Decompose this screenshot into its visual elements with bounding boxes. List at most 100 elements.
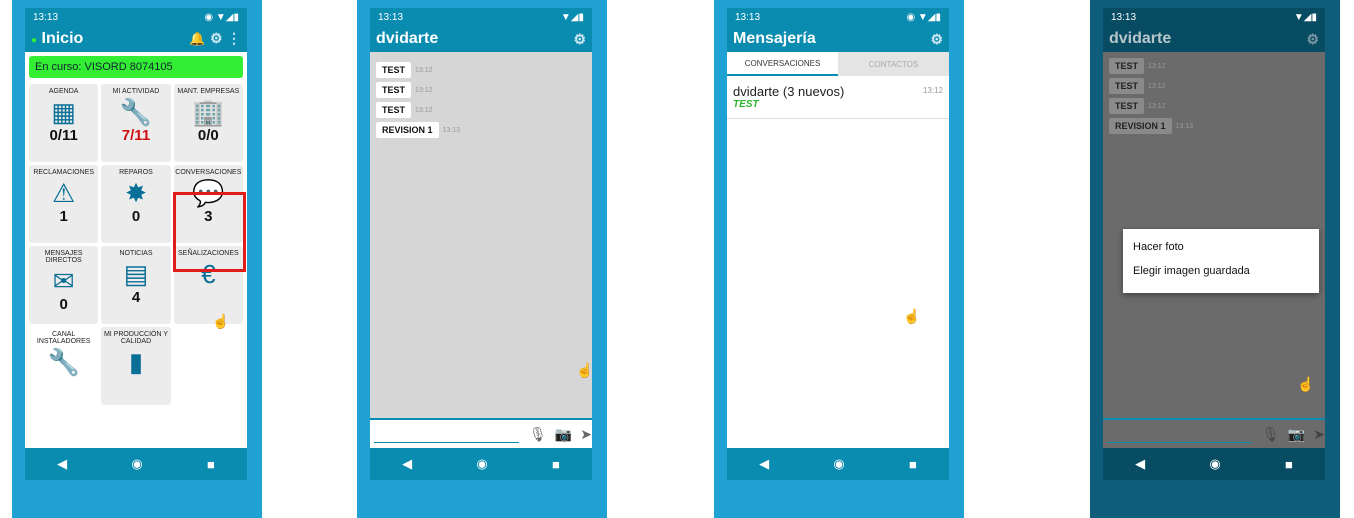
home-icon[interactable]: ◉ bbox=[476, 456, 487, 472]
status-time: 13:13 bbox=[378, 11, 404, 23]
building-wrench-icon: 🏢 bbox=[192, 97, 225, 127]
conversation-time: 13:12 bbox=[922, 86, 943, 95]
phone-chat: 13:13 ▼◢▮ dvidarte ⚙ TEST 13:12 TEST 13:… bbox=[357, 0, 607, 518]
gear-icon[interactable]: ⚙ bbox=[573, 31, 586, 48]
phone-chat-dialog: 13:13 ▼◢▮ dvidarte ⚙ TEST 13:12 TEST 13:… bbox=[1090, 0, 1340, 518]
chat-title: dvidarte bbox=[376, 30, 439, 47]
app-bar: dvidarte ⚙ bbox=[370, 26, 592, 52]
tile-mi-produccion[interactable]: MI PRODUCCIÓN Y CALIDAD ▮ bbox=[101, 327, 171, 405]
send-icon[interactable]: ➤ bbox=[1313, 426, 1325, 443]
message-text: TEST bbox=[376, 102, 412, 118]
status-bar: 13:13 ▼◢▮ bbox=[1103, 8, 1325, 26]
back-icon[interactable]: ◀ bbox=[402, 456, 412, 472]
message-time: 13:13 bbox=[442, 126, 461, 134]
conversation-preview: TEST bbox=[733, 99, 759, 110]
gear-icon[interactable]: ⚙ bbox=[210, 30, 223, 46]
gear-icon[interactable]: ⚙ bbox=[930, 31, 943, 48]
tile-mant-empresas[interactable]: MANT. EMPRESAS 🏢 0/0 bbox=[173, 84, 243, 162]
message-text: TEST bbox=[1109, 58, 1145, 74]
tab-bar: CONVERSACIONES CONTACTOS bbox=[727, 52, 949, 76]
tile-noticias[interactable]: NOTICIAS ▤ 4 bbox=[101, 246, 171, 324]
android-nav-bar: ◀ ◉ ■ bbox=[1103, 448, 1325, 480]
message-input[interactable] bbox=[1107, 426, 1253, 443]
tile-value: 7/11 bbox=[121, 127, 151, 144]
microphone-icon[interactable]: 🎙 bbox=[1262, 426, 1280, 443]
home-icon[interactable]: ◉ bbox=[131, 456, 142, 472]
message: TEST 13:12 bbox=[376, 102, 592, 118]
message: TEST 13:12 bbox=[376, 82, 592, 98]
camera-icon[interactable]: 📷 bbox=[555, 426, 572, 443]
message-time: 13:12 bbox=[1148, 82, 1166, 90]
current-job-banner[interactable]: En curso: VISORD 8074105 bbox=[29, 56, 243, 78]
tile-label: REPAROS bbox=[119, 169, 153, 176]
screen-chat: 13:13 ▼◢▮ dvidarte ⚙ TEST 13:12 TEST 13:… bbox=[370, 8, 592, 480]
recents-icon[interactable]: ■ bbox=[1285, 457, 1293, 472]
page-title: Mensajería bbox=[733, 30, 816, 47]
mail-icon: ✉ bbox=[52, 266, 75, 296]
home-icon[interactable]: ◉ bbox=[833, 456, 844, 472]
status-icons: ◉ ▼◢▮ bbox=[906, 11, 941, 23]
android-nav-bar: ◀ ◉ ■ bbox=[727, 448, 949, 480]
tile-mi-actividad[interactable]: MI ACTIVIDAD 🔧 7/11 bbox=[101, 84, 171, 162]
badge-r-icon: ✸ bbox=[125, 178, 147, 208]
message-text: TEST bbox=[1109, 78, 1145, 94]
message-input-bar: 🎙 📷 ➤ bbox=[1103, 418, 1325, 448]
tile-reparos[interactable]: REPAROS ✸ 0 bbox=[101, 165, 171, 243]
tile-label: CONVERSACIONES bbox=[175, 169, 242, 176]
conversation-item[interactable]: dvidarte (3 nuevos) 13:12 TEST bbox=[727, 76, 949, 119]
back-icon[interactable]: ◀ bbox=[759, 456, 769, 472]
back-icon[interactable]: ◀ bbox=[57, 456, 67, 472]
message-time: 13:12 bbox=[1148, 102, 1166, 110]
app-bar: ● Inicio 🔔 ⚙ ⋮ bbox=[25, 26, 247, 52]
bar-chart-icon: ▮ bbox=[128, 347, 144, 377]
tile-reclamaciones[interactable]: RECLAMACIONES ⚠ 1 bbox=[29, 165, 99, 243]
android-nav-bar: ◀ ◉ ■ bbox=[25, 448, 247, 480]
message: REVISION 1 13:13 bbox=[1109, 118, 1325, 134]
status-bar: 13:13 ◉ ▼◢▮ bbox=[727, 8, 949, 26]
message-time: 13:12 bbox=[1148, 62, 1166, 70]
channel-icon: 🔧 bbox=[47, 347, 80, 377]
tile-value: 1 bbox=[59, 208, 68, 225]
gear-icon[interactable]: ⚙ bbox=[1306, 31, 1319, 48]
hand-cursor-icon: ☝ bbox=[212, 313, 230, 329]
message-time: 13:12 bbox=[415, 86, 433, 94]
tile-value: 0 bbox=[131, 208, 141, 225]
message: TEST 13:12 bbox=[1109, 98, 1325, 114]
tile-label: RECLAMACIONES bbox=[33, 169, 94, 176]
tile-mensajes-directos[interactable]: MENSAJES DIRECTOS ✉ 0 bbox=[29, 246, 99, 324]
message: TEST 13:12 bbox=[1109, 78, 1325, 94]
message-input[interactable] bbox=[374, 426, 520, 443]
app-bar: Mensajería ⚙ bbox=[727, 26, 949, 52]
tile-canal-instaladores[interactable]: CANAL INSTALADORES 🔧 bbox=[29, 327, 99, 405]
microphone-icon[interactable]: 🎙 bbox=[529, 426, 547, 443]
message-text: REVISION 1 bbox=[376, 122, 439, 138]
hand-cursor-icon: ☝ bbox=[903, 308, 921, 324]
more-menu-icon[interactable]: ⋮ bbox=[227, 30, 241, 46]
status-icons: ▼◢▮ bbox=[560, 11, 584, 23]
tile-value: 0/11 bbox=[49, 127, 78, 144]
tile-value: 0 bbox=[59, 296, 68, 313]
hand-cursor-icon: ☝ bbox=[576, 362, 592, 378]
tab-contactos[interactable]: CONTACTOS bbox=[838, 52, 949, 76]
send-icon[interactable]: ➤ bbox=[580, 426, 592, 443]
recents-icon[interactable]: ■ bbox=[909, 457, 917, 472]
tile-label: MI PRODUCCIÓN Y CALIDAD bbox=[103, 331, 169, 345]
tile-agenda[interactable]: AGENDA ▦ 0/11 bbox=[29, 84, 99, 162]
status-icons: ◉ ▼◢▮ bbox=[204, 11, 239, 23]
message-input-bar: 🎙 📷 ➤ bbox=[370, 418, 592, 448]
message-time: 13:12 bbox=[415, 106, 433, 114]
back-icon[interactable]: ◀ bbox=[1135, 456, 1145, 472]
tile-label: NOTICIAS bbox=[119, 250, 153, 257]
take-photo-option[interactable]: Hacer foto bbox=[1123, 229, 1319, 259]
recents-icon[interactable]: ■ bbox=[207, 457, 215, 472]
page-title: Inicio bbox=[41, 30, 84, 47]
tab-conversaciones[interactable]: CONVERSACIONES bbox=[727, 52, 838, 76]
bell-icon[interactable]: 🔔 bbox=[189, 31, 205, 46]
home-icon[interactable]: ◉ bbox=[1209, 456, 1220, 472]
camera-icon[interactable]: 📷 bbox=[1288, 426, 1305, 443]
message-time: 13:12 bbox=[415, 66, 433, 74]
choose-saved-image-option[interactable]: Elegir imagen guardada bbox=[1123, 259, 1319, 283]
status-time: 13:13 bbox=[1111, 11, 1137, 23]
message-text: TEST bbox=[1109, 98, 1145, 114]
recents-icon[interactable]: ■ bbox=[552, 457, 560, 472]
